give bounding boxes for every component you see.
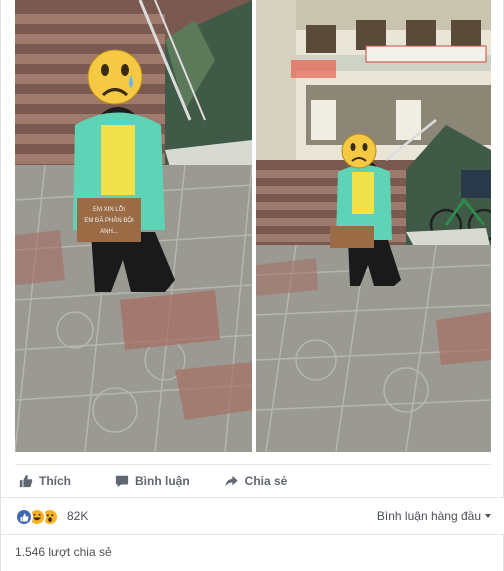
top-comments-sort-button[interactable]: Bình luận hàng đầu — [377, 509, 491, 523]
share-arrow-icon — [225, 475, 238, 486]
thumbs-up-icon — [19, 474, 33, 487]
svg-text:ANH...: ANH... — [100, 229, 118, 235]
caret-down-icon — [485, 514, 491, 518]
svg-text:EM ĐÃ PHẢN BỘI: EM ĐÃ PHẢN BỘI — [84, 217, 134, 224]
comment-button[interactable]: Bình luận — [111, 465, 194, 496]
reaction-count[interactable]: 82K — [67, 509, 88, 523]
like-reaction-icon — [15, 508, 33, 526]
reaction-icons[interactable] — [15, 508, 59, 526]
post-photo-left[interactable]: EM XIN LỖI EM ĐÃ PHẢN BỘI ANH... — [15, 0, 252, 452]
speech-bubble-icon — [115, 475, 129, 487]
share-count-link[interactable]: 1.546 lượt chia sẻ — [15, 545, 112, 559]
like-button[interactable]: Thích — [15, 465, 75, 496]
share-button[interactable]: Chia sẻ — [220, 465, 292, 496]
post-card: EM XIN LỖI EM ĐÃ PHẢN BỘI ANH... Thích B… — [0, 0, 504, 571]
sort-comments-label: Bình luận hàng đầu — [376, 509, 481, 523]
reactions-row: 82K Bình luận hàng đầu — [1, 497, 504, 535]
share-label: Chia sẻ — [244, 473, 288, 488]
post-action-bar: Thích Bình luận Chia sẻ — [15, 464, 491, 496]
post-photo-right[interactable] — [256, 0, 491, 452]
like-label: Thích — [39, 473, 71, 488]
comment-label: Bình luận — [135, 473, 190, 488]
svg-text:EM XIN LỖI: EM XIN LỖI — [93, 206, 125, 213]
photo-right-scene — [256, 0, 491, 452]
photo-left-scene: EM XIN LỖI EM ĐÃ PHẢN BỘI ANH... — [15, 0, 252, 452]
